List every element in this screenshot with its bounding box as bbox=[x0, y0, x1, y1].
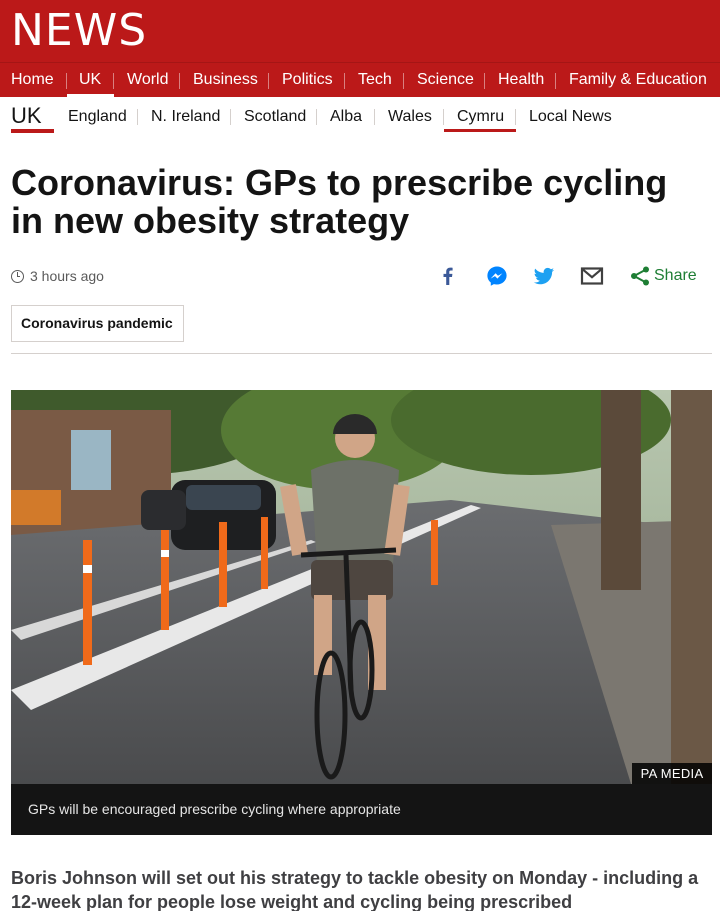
main-nav: Home UK World Business Politics Tech Sci… bbox=[0, 62, 720, 98]
section-indicator bbox=[11, 129, 54, 133]
nav-divider bbox=[484, 73, 485, 89]
twitter-icon[interactable] bbox=[532, 264, 556, 288]
image-caption: GPs will be encouraged prescribe cycling… bbox=[11, 784, 712, 835]
nav-divider bbox=[403, 73, 404, 89]
article-intro: Boris Johnson will set out his strategy … bbox=[11, 868, 699, 911]
nav-home[interactable]: Home bbox=[11, 63, 54, 98]
lead-image bbox=[11, 390, 712, 784]
subnav-highlight-indicator bbox=[444, 129, 516, 132]
section-title-uk[interactable]: UK bbox=[11, 101, 42, 131]
subnav-scotland[interactable]: Scotland bbox=[244, 106, 306, 128]
subnav-local-news[interactable]: Local News bbox=[529, 106, 612, 128]
news-logo[interactable]: NEWS bbox=[11, 6, 147, 56]
nav-divider bbox=[344, 73, 345, 89]
nav-tech[interactable]: Tech bbox=[358, 63, 392, 98]
share-toolbar bbox=[0, 264, 720, 288]
divider bbox=[11, 353, 712, 354]
subnav-divider bbox=[515, 109, 516, 125]
nav-family-education[interactable]: Family & Education bbox=[569, 63, 707, 98]
subnav-wales[interactable]: Wales bbox=[388, 106, 432, 128]
nav-uk[interactable]: UK bbox=[79, 63, 101, 98]
article-headline: Coronavirus: GPs to prescribe cycling in… bbox=[11, 162, 668, 241]
subnav-divider bbox=[137, 109, 138, 125]
topic-tag[interactable]: Coronavirus pandemic bbox=[11, 305, 184, 342]
email-icon[interactable] bbox=[580, 264, 604, 288]
nav-politics[interactable]: Politics bbox=[282, 63, 333, 98]
nav-business[interactable]: Business bbox=[193, 63, 258, 98]
subnav-divider bbox=[316, 109, 317, 125]
nav-science[interactable]: Science bbox=[417, 63, 474, 98]
share-icon[interactable] bbox=[628, 264, 652, 288]
nav-divider bbox=[555, 73, 556, 89]
subnav-divider bbox=[374, 109, 375, 125]
nav-divider bbox=[268, 73, 269, 89]
subnav-alba[interactable]: Alba bbox=[330, 106, 362, 128]
nav-divider bbox=[113, 73, 114, 89]
subnav-n-ireland[interactable]: N. Ireland bbox=[151, 106, 220, 128]
subnav-divider bbox=[443, 109, 444, 125]
nav-health[interactable]: Health bbox=[498, 63, 544, 98]
facebook-icon[interactable] bbox=[436, 264, 460, 288]
image-credit: PA MEDIA bbox=[632, 763, 712, 784]
nav-divider bbox=[179, 73, 180, 89]
subnav-england[interactable]: England bbox=[68, 106, 127, 128]
cyclist-photo bbox=[11, 390, 712, 784]
masthead: NEWS bbox=[0, 0, 720, 62]
nav-world[interactable]: World bbox=[127, 63, 169, 98]
messenger-icon[interactable] bbox=[485, 264, 509, 288]
subnav-cymru[interactable]: Cymru bbox=[457, 106, 504, 128]
sub-nav: UK England N. Ireland Scotland Alba Wale… bbox=[0, 97, 720, 139]
share-button[interactable]: Share bbox=[654, 266, 697, 286]
subnav-divider bbox=[230, 109, 231, 125]
nav-divider bbox=[66, 73, 67, 89]
